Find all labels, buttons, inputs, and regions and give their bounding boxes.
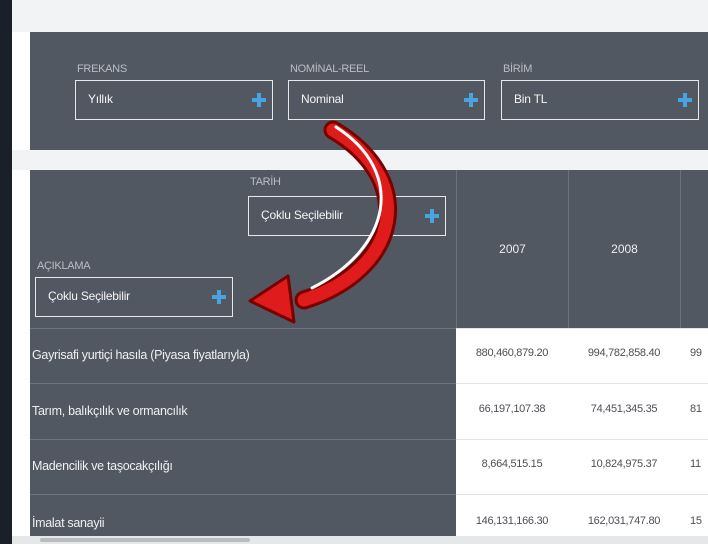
curved-arrow-annotation — [248, 120, 397, 324]
